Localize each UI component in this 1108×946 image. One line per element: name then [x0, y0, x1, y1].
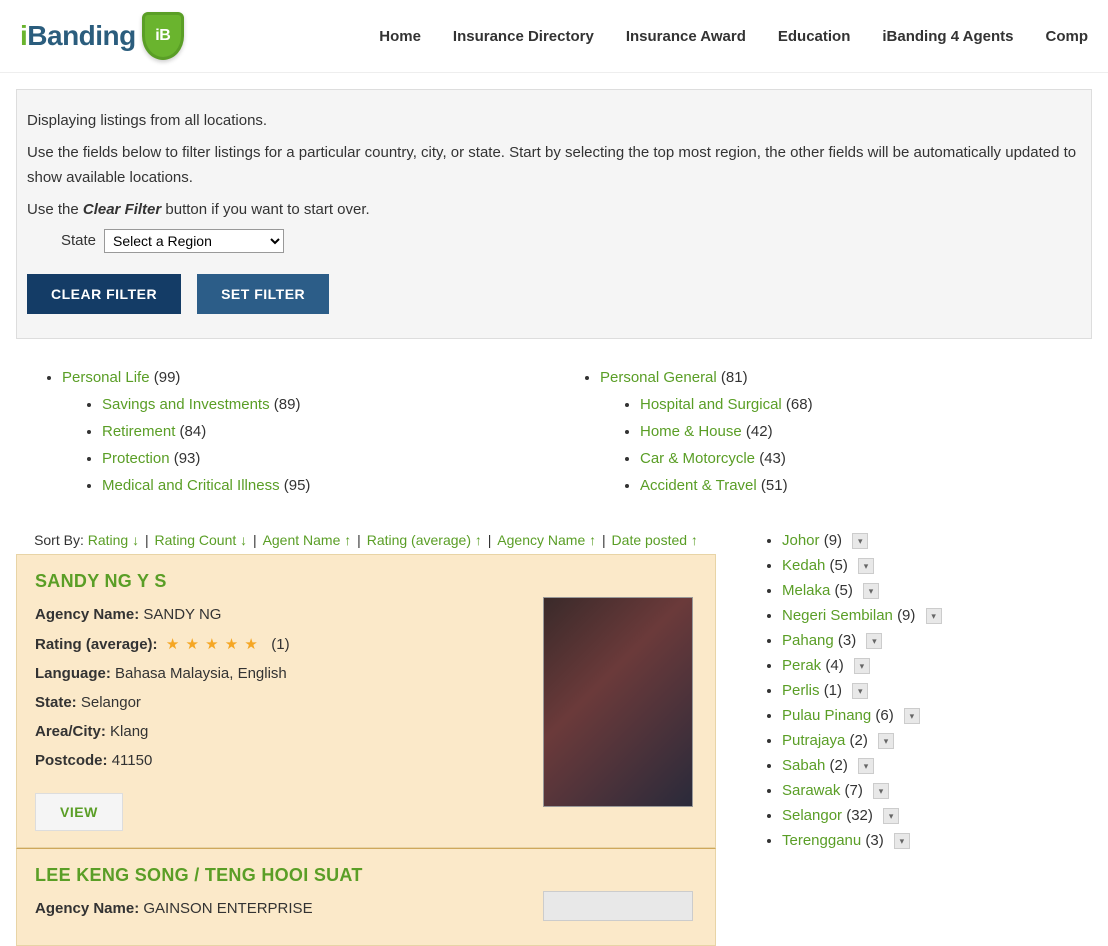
chevron-down-icon[interactable]: ▾: [883, 808, 899, 824]
header: iBanding iB Home Insurance Directory Insur…: [0, 0, 1108, 73]
agent-card: LEE KENG SONG / TENG HOOI SUAT Agency Na…: [16, 848, 716, 946]
cat-personal-life[interactable]: Personal Life: [62, 369, 150, 386]
agent-name[interactable]: LEE KENG SONG / TENG HOOI SUAT: [35, 865, 697, 886]
sort-link[interactable]: Rating Count ↓: [155, 532, 248, 548]
chevron-down-icon[interactable]: ▾: [894, 833, 910, 849]
chevron-down-icon[interactable]: ▾: [852, 533, 868, 549]
chevron-down-icon[interactable]: ▾: [852, 683, 868, 699]
state-link[interactable]: Sabah: [782, 757, 825, 774]
categories: Personal Life (99) Savings and Investmen…: [0, 339, 1108, 514]
state-link[interactable]: Kedah: [782, 557, 825, 574]
sort-row: Sort By: Rating ↓ | Rating Count ↓ | Age…: [16, 532, 716, 548]
nav-link[interactable]: Home: [379, 28, 421, 45]
chevron-down-icon[interactable]: ▾: [854, 658, 870, 674]
nav-link[interactable]: Education: [778, 28, 851, 45]
star-icon: ★ ★ ★ ★ ★: [166, 636, 259, 653]
nav-link[interactable]: iBanding 4 Agents: [882, 28, 1013, 45]
chevron-down-icon[interactable]: ▾: [858, 558, 874, 574]
logo[interactable]: iBanding iB: [20, 12, 184, 60]
state-link[interactable]: Putrajaya: [782, 732, 845, 749]
state-link[interactable]: Terengganu: [782, 832, 861, 849]
listings: Sort By: Rating ↓ | Rating Count ↓ | Age…: [16, 514, 716, 946]
nav-link[interactable]: Insurance Directory: [453, 28, 594, 45]
state-link[interactable]: Selangor: [782, 807, 842, 824]
chevron-down-icon[interactable]: ▾: [926, 608, 942, 624]
sort-link[interactable]: Rating ↓: [88, 532, 139, 548]
chevron-down-icon[interactable]: ▾: [873, 783, 889, 799]
cat-personal-general[interactable]: Personal General: [600, 369, 717, 386]
filter-box: Displaying listings from all locations. …: [16, 89, 1092, 339]
cat-link[interactable]: Hospital and Surgical: [640, 396, 782, 413]
state-link[interactable]: Perlis: [782, 682, 820, 699]
chevron-down-icon[interactable]: ▾: [863, 583, 879, 599]
state-sidebar: Johor (9) ▾Kedah (5) ▾Melaka (5) ▾Negeri…: [736, 514, 1092, 946]
cat-link[interactable]: Car & Motorcycle: [640, 450, 755, 467]
state-link[interactable]: Melaka: [782, 582, 830, 599]
state-link[interactable]: Johor: [782, 532, 820, 549]
state-link[interactable]: Sarawak: [782, 782, 840, 799]
chevron-down-icon[interactable]: ▾: [858, 758, 874, 774]
agent-photo: [543, 891, 693, 921]
main-nav: Home Insurance Directory Insurance Award Ed…: [379, 28, 1088, 45]
filter-line3: Use the Clear Filter button if you want …: [27, 197, 1081, 223]
clear-filter-button[interactable]: CLEAR FILTER: [27, 274, 181, 314]
sort-link[interactable]: Agent Name ↑: [263, 532, 352, 548]
sort-link[interactable]: Rating (average) ↑: [367, 532, 482, 548]
filter-line1: Displaying listings from all locations.: [27, 108, 1081, 134]
logo-letter-i: i: [20, 20, 27, 52]
state-label: State: [61, 228, 96, 254]
cat-link[interactable]: Retirement: [102, 423, 175, 440]
cat-link[interactable]: Accident & Travel: [640, 477, 757, 494]
sort-link[interactable]: Agency Name ↑: [497, 532, 596, 548]
sort-link[interactable]: Date posted ↑: [612, 532, 698, 548]
filter-line2: Use the fields below to filter listings …: [27, 140, 1081, 191]
chevron-down-icon[interactable]: ▾: [904, 708, 920, 724]
agent-name[interactable]: SANDY NG Y S: [35, 571, 697, 592]
cat-link[interactable]: Medical and Critical Illness: [102, 477, 280, 494]
nav-link[interactable]: Insurance Award: [626, 28, 746, 45]
state-link[interactable]: Perak: [782, 657, 821, 674]
logo-rest: Banding: [27, 20, 136, 52]
cat-link[interactable]: Protection: [102, 450, 170, 467]
cat-link[interactable]: Home & House: [640, 423, 742, 440]
set-filter-button[interactable]: SET FILTER: [197, 274, 329, 314]
chevron-down-icon[interactable]: ▾: [866, 633, 882, 649]
logo-shield-icon: iB: [142, 12, 184, 60]
cat-link[interactable]: Savings and Investments: [102, 396, 270, 413]
view-button[interactable]: VIEW: [35, 793, 123, 831]
agent-photo: [543, 597, 693, 807]
state-link[interactable]: Pahang: [782, 632, 834, 649]
state-select[interactable]: Select a Region: [104, 229, 284, 253]
agent-card: SANDY NG Y S Agency Name: SANDY NG Ratin…: [16, 554, 716, 848]
nav-link[interactable]: Comp: [1046, 28, 1089, 45]
state-link[interactable]: Negeri Sembilan: [782, 607, 893, 624]
chevron-down-icon[interactable]: ▾: [878, 733, 894, 749]
state-link[interactable]: Pulau Pinang: [782, 707, 871, 724]
